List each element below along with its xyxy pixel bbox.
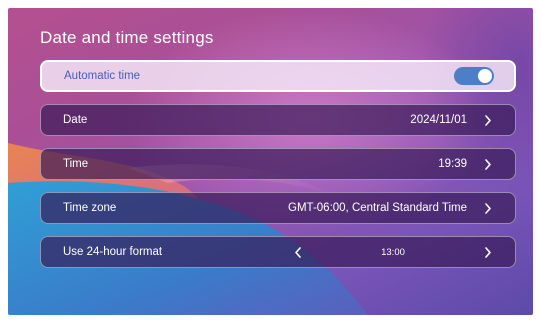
time-value: 19:39: [438, 158, 467, 170]
time-zone-row[interactable]: Time zone GMT-06:00, Central Standard Ti…: [40, 192, 516, 224]
chevron-left-icon[interactable]: [293, 246, 303, 258]
automatic-time-toggle[interactable]: [454, 67, 494, 85]
time-row[interactable]: Time 19:39: [40, 148, 516, 180]
automatic-time-row[interactable]: Automatic time: [40, 60, 516, 92]
settings-screen: Date and time settings Automatic time Da…: [8, 8, 533, 315]
hour-format-selector: 13:00: [293, 246, 493, 258]
chevron-right-icon: [483, 202, 493, 214]
hour-format-row: Use 24-hour format 13:00: [40, 236, 516, 268]
chevron-right-icon: [483, 158, 493, 170]
date-value: 2024/11/01: [410, 114, 467, 126]
date-row[interactable]: Date 2024/11/01: [40, 104, 516, 136]
chevron-right-icon[interactable]: [483, 246, 493, 258]
hour-format-value: 13:00: [381, 246, 405, 258]
automatic-time-label: Automatic time: [64, 70, 141, 82]
hour-format-label: Use 24-hour format: [63, 246, 163, 258]
chevron-right-icon: [483, 114, 493, 126]
date-label: Date: [63, 114, 88, 126]
time-zone-label: Time zone: [63, 202, 117, 214]
toggle-knob: [478, 69, 492, 83]
page-title: Date and time settings: [40, 28, 214, 47]
time-zone-value: GMT-06:00, Central Standard Time: [288, 202, 467, 214]
time-label: Time: [63, 158, 89, 170]
